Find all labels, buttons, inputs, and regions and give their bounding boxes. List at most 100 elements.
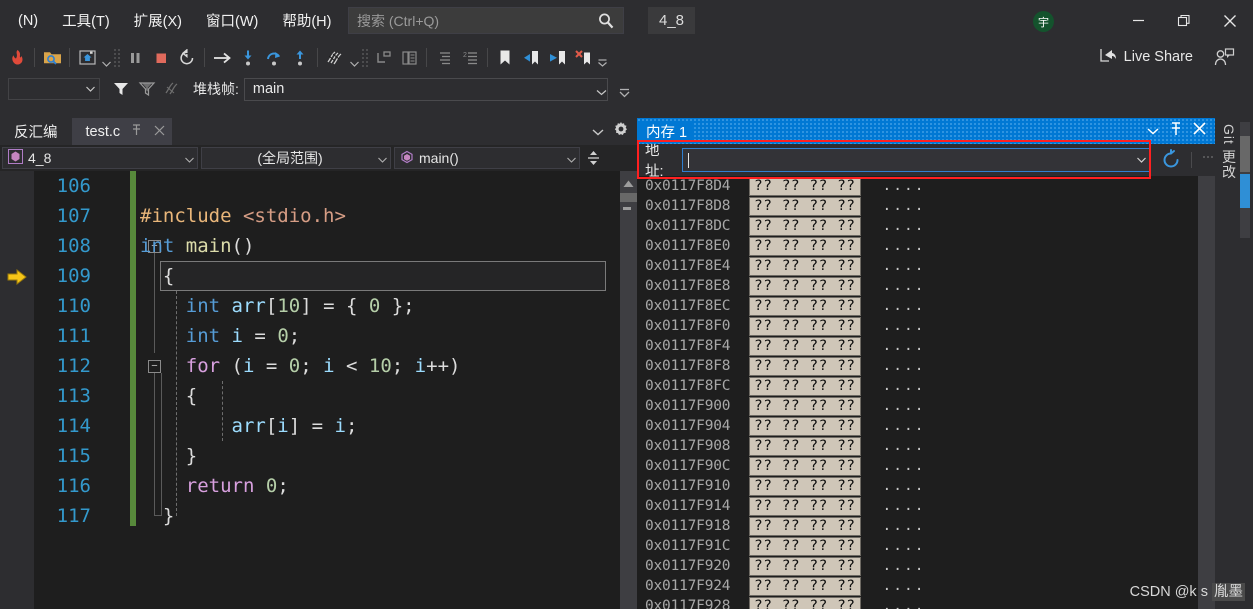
- editor-scrollbar[interactable]: [620, 171, 637, 609]
- memory-row[interactable]: 0x0117F908 ?? ?? ?? ??....: [645, 436, 1197, 456]
- hot-reload-icon[interactable]: [4, 45, 30, 71]
- step-into-icon[interactable]: [235, 45, 261, 71]
- indent-icon[interactable]: [431, 45, 457, 71]
- debug-overflow-icon[interactable]: [618, 77, 631, 101]
- memory-row[interactable]: 0x0117F8E0 ?? ?? ?? ??....: [645, 236, 1197, 256]
- close-icon[interactable]: [152, 124, 166, 139]
- editor-scroll-thumb[interactable]: [620, 193, 637, 202]
- outdent-icon[interactable]: 2: [457, 45, 483, 71]
- live-share-button[interactable]: Live Share: [1099, 47, 1193, 67]
- step-out-icon[interactable]: [287, 45, 313, 71]
- step-over-icon[interactable]: [261, 45, 287, 71]
- memory-row[interactable]: 0x0117F8D8 ?? ?? ?? ??....: [645, 196, 1197, 216]
- memory-row[interactable]: 0x0117F91C ?? ?? ?? ??....: [645, 536, 1197, 556]
- memory-hex: ?? ?? ?? ??: [749, 476, 861, 496]
- stack-frame-combo[interactable]: main: [243, 77, 608, 101]
- search-input[interactable]: 搜索 (Ctrl+Q): [348, 7, 624, 34]
- tab-list-chevron-icon[interactable]: [592, 123, 604, 141]
- memory-address: 0x0117F8F0: [645, 318, 731, 334]
- next-bookmark-icon[interactable]: [544, 45, 570, 71]
- memory-row[interactable]: 0x0117F8E8 ?? ?? ?? ??....: [645, 276, 1197, 296]
- line-number: 117: [56, 505, 91, 527]
- scope-combo[interactable]: (全局范围): [201, 147, 391, 169]
- memory-row[interactable]: 0x0117F8D4 ?? ?? ?? ??....: [645, 176, 1197, 196]
- open-folder-search-icon[interactable]: [39, 45, 65, 71]
- current-statement-arrow-icon: [7, 268, 28, 291]
- memory-row[interactable]: 0x0117F900 ?? ?? ?? ??....: [645, 396, 1197, 416]
- filter-icon[interactable]: [108, 76, 134, 102]
- git-strip-scrollbar[interactable]: [1240, 122, 1250, 238]
- git-scroll-thumb[interactable]: [1240, 136, 1250, 172]
- scroll-up-arrow-icon[interactable]: [623, 175, 634, 193]
- split-view-icon[interactable]: [583, 150, 604, 166]
- memory-row[interactable]: 0x0117F910 ?? ?? ?? ??....: [645, 476, 1197, 496]
- threads-flatten-icon[interactable]: [160, 76, 186, 102]
- close-button[interactable]: [1207, 0, 1253, 41]
- restart-icon[interactable]: [174, 45, 200, 71]
- threads-dropdown-icon[interactable]: [348, 46, 361, 70]
- pause-icon[interactable]: [122, 45, 148, 71]
- show-next-statement-icon[interactable]: [370, 45, 396, 71]
- memory-row[interactable]: 0x0117F8F0 ?? ?? ?? ??....: [645, 316, 1197, 336]
- memory-row[interactable]: 0x0117F904 ?? ?? ?? ??....: [645, 416, 1197, 436]
- project-combo[interactable]: 4_8: [2, 147, 198, 169]
- toolbar-overflow-icon[interactable]: [596, 46, 609, 70]
- close-icon[interactable]: [1193, 122, 1206, 140]
- stop-icon[interactable]: [148, 45, 174, 71]
- address-input[interactable]: [681, 148, 1151, 172]
- memory-hex: ?? ?? ?? ??: [749, 436, 861, 456]
- minimize-button[interactable]: [1115, 0, 1161, 41]
- menu-new[interactable]: (N): [6, 8, 50, 34]
- attach-dropdown-icon[interactable]: [100, 46, 113, 70]
- avatar[interactable]: 宇: [1033, 11, 1054, 32]
- code-editor[interactable]: 106 107 108 109 110 111 112 113 114 115 …: [0, 171, 637, 609]
- memory-window-header[interactable]: 内存 1: [637, 118, 1215, 144]
- memory-row[interactable]: 0x0117F914 ?? ?? ?? ??....: [645, 496, 1197, 516]
- git-changes-label: Git 更改: [1221, 124, 1237, 180]
- memory-row[interactable]: 0x0117F90C ?? ?? ?? ??....: [645, 456, 1197, 476]
- prev-bookmark-icon[interactable]: [518, 45, 544, 71]
- memory-row[interactable]: 0x0117F8EC ?? ?? ?? ??....: [645, 296, 1197, 316]
- memory-toolbar-overflow-icon[interactable]: [1201, 151, 1215, 169]
- live-share-person-icon[interactable]: [1214, 48, 1235, 72]
- menu-extensions[interactable]: 扩展(X): [122, 5, 194, 36]
- git-changes-panel-strip[interactable]: Git 更改: [1215, 118, 1253, 609]
- member-combo[interactable]: main(): [394, 147, 580, 169]
- memory-ascii: ....: [882, 178, 926, 194]
- memory-row[interactable]: 0x0117F8FC ?? ?? ?? ??....: [645, 376, 1197, 396]
- code-text[interactable]: #include <stdio.h> int main() { int arr[…: [140, 171, 613, 609]
- memory-row[interactable]: 0x0117F8E4 ?? ?? ?? ??....: [645, 256, 1197, 276]
- continue-arrow-icon[interactable]: [209, 45, 235, 71]
- restore-button[interactable]: [1161, 0, 1207, 41]
- breakpoint-gutter[interactable]: [0, 171, 34, 609]
- filter-clear-icon[interactable]: [134, 76, 160, 102]
- memory-row[interactable]: 0x0117F924 ?? ?? ?? ??....: [645, 576, 1197, 596]
- memory-row[interactable]: 0x0117F928 ?? ?? ?? ??....: [645, 596, 1197, 609]
- pin-icon[interactable]: [129, 124, 143, 139]
- attach-process-icon[interactable]: [74, 45, 100, 71]
- thread-combo[interactable]: [8, 78, 100, 100]
- memory-rows[interactable]: 0x0117F8D4 ?? ?? ?? ??.... 0x0117F8D8 ?? ?…: [637, 176, 1197, 609]
- menu-window[interactable]: 窗口(W): [194, 5, 270, 36]
- bookmark-icon[interactable]: [492, 45, 518, 71]
- clear-bookmark-icon[interactable]: [570, 45, 596, 71]
- memory-row[interactable]: 0x0117F8F8 ?? ?? ?? ??....: [645, 356, 1197, 376]
- window-menu-chevron-icon[interactable]: [1147, 122, 1159, 140]
- memory-address: 0x0117F8E8: [645, 278, 731, 294]
- menu-tools[interactable]: 工具(T): [50, 5, 122, 36]
- address-dropdown-icon[interactable]: [1134, 149, 1150, 171]
- memory-ascii: ....: [882, 458, 926, 474]
- gear-icon[interactable]: [613, 121, 629, 142]
- menu-help[interactable]: 帮助(H): [270, 5, 343, 36]
- pin-icon[interactable]: [1170, 121, 1182, 141]
- disassembly-dock-label[interactable]: 反汇编: [0, 121, 72, 142]
- memory-row[interactable]: 0x0117F8DC ?? ?? ?? ??....: [645, 216, 1197, 236]
- memory-row[interactable]: 0x0117F918 ?? ?? ?? ??....: [645, 516, 1197, 536]
- memory-scrollbar[interactable]: [1198, 176, 1215, 609]
- threads-icon[interactable]: [322, 45, 348, 71]
- refresh-icon[interactable]: [1160, 149, 1182, 171]
- memory-row[interactable]: 0x0117F920 ?? ?? ?? ??....: [645, 556, 1197, 576]
- compare-icon[interactable]: [396, 45, 422, 71]
- tab-test-c[interactable]: test.c: [71, 118, 173, 145]
- memory-row[interactable]: 0x0117F8F4 ?? ?? ?? ??....: [645, 336, 1197, 356]
